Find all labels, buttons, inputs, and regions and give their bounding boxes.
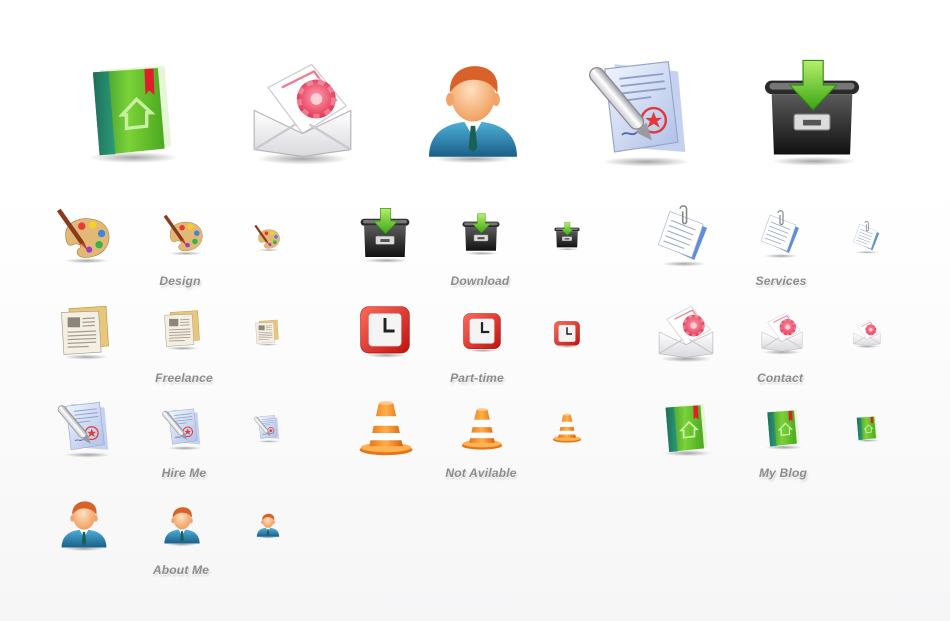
part-time-label: Part-time: [450, 371, 504, 385]
paper-clip-document-icon-medium[interactable]: [756, 210, 806, 260]
download-box-icon-large[interactable]: [356, 206, 414, 264]
my-blog-label: My Blog: [758, 466, 808, 480]
traffic-cone-icon-large[interactable]: [356, 396, 416, 458]
envelope-flower-icon-small[interactable]: [851, 317, 883, 349]
hire-me-label: Hire Me: [161, 466, 207, 480]
download-box-icon-medium[interactable]: [459, 212, 503, 256]
about-me-label: About Me: [152, 563, 210, 577]
clock-icon-small[interactable]: [552, 319, 582, 349]
document-pen-icon-small[interactable]: [251, 412, 283, 444]
envelope-flower-icon-large[interactable]: [654, 300, 718, 364]
clock-icon-large[interactable]: [356, 302, 414, 360]
document-pen-icon: [578, 48, 700, 173]
freelance-label: Freelance: [155, 371, 213, 385]
green-book-icon-large[interactable]: [656, 397, 716, 459]
download-label: Download: [450, 274, 510, 288]
document-pen-icon-medium[interactable]: [158, 404, 206, 452]
envelope-flower-icon-medium[interactable]: [758, 308, 806, 356]
contact-label: Contact: [756, 371, 804, 385]
traffic-cone-icon-small[interactable]: [551, 411, 583, 444]
paper-clip-document-icon-small[interactable]: [850, 221, 884, 255]
newspaper-icon-medium[interactable]: [159, 306, 205, 352]
businessman-icon-small[interactable]: [254, 508, 282, 542]
paint-palette-icon-small[interactable]: [252, 223, 282, 253]
design-label: Design: [159, 274, 201, 288]
document-pen-icon-large[interactable]: [52, 396, 116, 460]
paper-clip-document-icon-large[interactable]: [652, 205, 716, 269]
newspaper-icon-small[interactable]: [252, 317, 282, 347]
envelope-flower-icon: [245, 48, 360, 173]
clock-icon-medium[interactable]: [460, 310, 504, 354]
paint-palette-icon-large[interactable]: [52, 205, 114, 267]
businessman-icon-large[interactable]: [56, 492, 112, 556]
download-box-icon: [756, 52, 868, 172]
services-label: Services: [755, 274, 807, 288]
businessman-icon: [418, 48, 528, 173]
traffic-cone-icon-medium[interactable]: [459, 404, 505, 452]
newspaper-icon-large[interactable]: [54, 300, 116, 362]
download-box-icon-small[interactable]: [552, 221, 582, 251]
businessman-icon-medium[interactable]: [160, 500, 204, 550]
green-book-icon: [75, 48, 187, 173]
paint-palette-icon-medium[interactable]: [160, 212, 206, 258]
green-book-icon-medium[interactable]: [760, 404, 806, 452]
green-book-icon-small[interactable]: [852, 412, 882, 444]
not-available-label: Not Avilable: [445, 466, 517, 480]
